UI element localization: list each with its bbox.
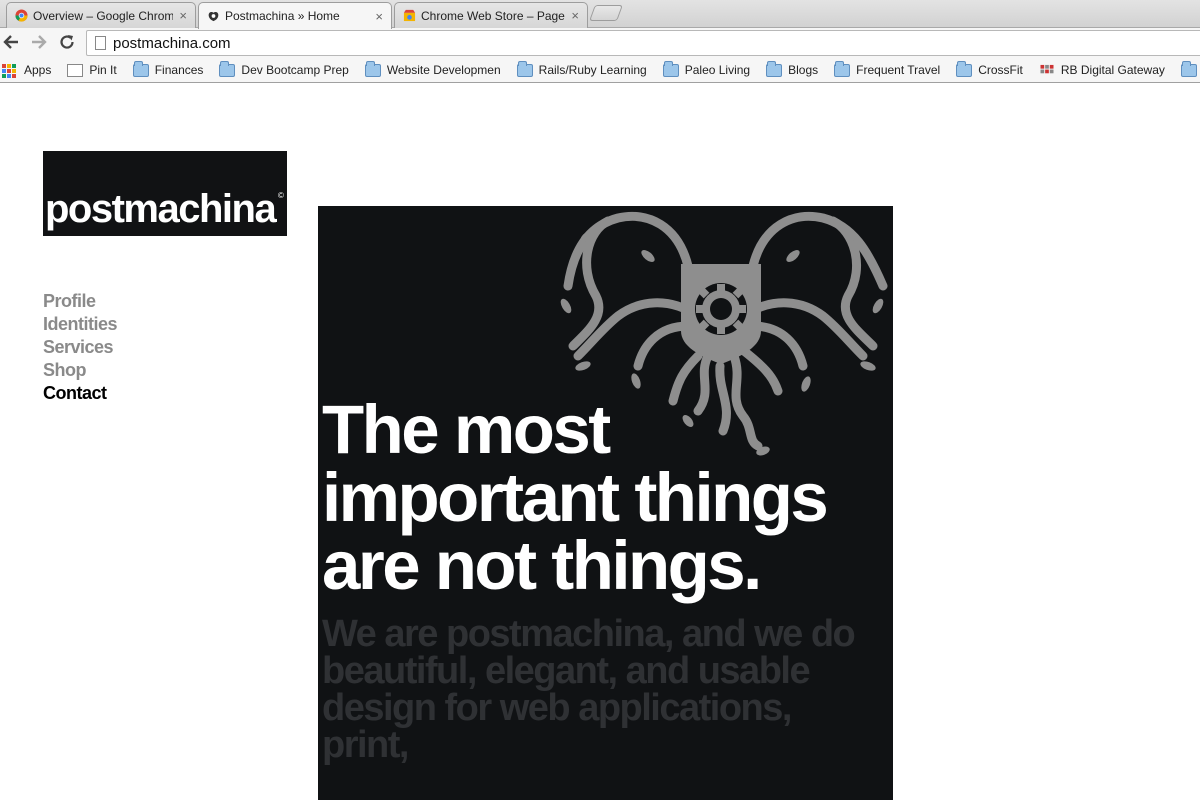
logo-text: postmachina	[45, 187, 277, 231]
bookmark-label: Paleo Living	[684, 63, 751, 77]
page-icon	[95, 36, 106, 50]
browser-toolbar: postmachina.com	[0, 28, 1200, 58]
bookmark-label: CrossFit	[978, 63, 1023, 77]
favicon-icon	[1040, 64, 1054, 73]
new-tab-button[interactable]	[589, 5, 623, 21]
nav-identities[interactable]: Identities	[43, 313, 118, 336]
tab-strip: Overview – Google Chrome × Postmachina »…	[0, 0, 1200, 29]
bookmark-rails-ruby-learning[interactable]: Rails/Ruby Learning	[516, 60, 647, 77]
forward-arrow-icon	[32, 35, 47, 49]
web-store-icon	[403, 9, 416, 22]
bookmark-label: Dev Bootcamp Prep	[241, 63, 349, 77]
bookmark-frequent-travel[interactable]: Frequent Travel	[834, 60, 941, 77]
folder-icon	[219, 60, 236, 77]
nav-shop[interactable]: Shop	[43, 359, 117, 382]
tab-postmachina[interactable]: Postmachina » Home ×	[198, 2, 392, 29]
bookmark-blogs[interactable]: Blogs	[766, 60, 819, 77]
back-button[interactable]	[1, 33, 21, 53]
tab-title: Chrome Web Store – PageS	[421, 8, 566, 23]
logo-registered-mark: ©	[278, 191, 284, 200]
site-logo[interactable]: postmachina ©	[43, 151, 287, 236]
bookmark-more[interactable]	[1180, 60, 1200, 77]
folder-icon	[834, 60, 851, 77]
nav-services[interactable]: Services	[43, 336, 117, 359]
bookmark-label: Pin It	[89, 63, 117, 77]
bookmark-crossfit[interactable]: CrossFit	[956, 60, 1023, 77]
nav-profile[interactable]: Profile	[43, 290, 117, 313]
reload-icon	[60, 35, 74, 49]
address-bar[interactable]: postmachina.com	[86, 30, 1200, 56]
nav-contact[interactable]: Contact	[43, 382, 117, 405]
tab-overview[interactable]: Overview – Google Chrome ×	[6, 2, 196, 28]
forward-button[interactable]	[29, 33, 49, 53]
hero-subline: We are postmachina, and we do beautiful,…	[322, 613, 856, 766]
close-tab-icon[interactable]: ×	[375, 9, 383, 24]
apps-grid-icon	[2, 63, 18, 78]
bookmark-label: Blogs	[788, 63, 819, 77]
bookmark-label: Apps	[24, 63, 52, 77]
folder-icon	[766, 60, 783, 77]
bookmark-label: Frequent Travel	[856, 63, 941, 77]
tab-title: Postmachina » Home	[225, 9, 340, 23]
bookmark-apps[interactable]: Apps	[2, 63, 52, 78]
bookmark-label: Finances	[154, 63, 204, 77]
bookmark-pin-it[interactable]: Pin It	[67, 63, 117, 77]
postmachina-favicon-icon	[208, 11, 219, 21]
tab-chrome-web-store[interactable]: Chrome Web Store – PageS ×	[394, 2, 588, 28]
hero-panel: The most important things are not things…	[318, 206, 893, 800]
bookmarks-bar: Apps Pin It Finances Dev Bootcamp Prep W…	[0, 58, 1200, 83]
bookmark-paleo-living[interactable]: Paleo Living	[662, 60, 751, 77]
folder-icon	[516, 60, 533, 77]
folder-icon	[1180, 60, 1197, 77]
bookmark-finances[interactable]: Finances	[132, 60, 204, 77]
chrome-icon	[15, 9, 28, 22]
folder-icon	[364, 60, 381, 77]
bookmark-label: Rails/Ruby Learning	[538, 63, 647, 77]
bookmark-label: Website Developmen	[386, 63, 501, 77]
close-tab-icon[interactable]: ×	[179, 8, 187, 23]
back-arrow-icon	[3, 35, 18, 49]
folder-icon	[662, 60, 679, 77]
bookmark-dev-bootcamp-prep[interactable]: Dev Bootcamp Prep	[219, 60, 349, 77]
url-text[interactable]: postmachina.com	[113, 35, 231, 52]
bookmark-label: RB Digital Gateway	[1060, 63, 1165, 77]
reload-button[interactable]	[57, 33, 77, 53]
bookmark-website-development[interactable]: Website Developmen	[364, 60, 501, 77]
page-icon	[67, 63, 84, 77]
bookmark-rb-digital-gateway[interactable]: RB Digital Gateway	[1039, 63, 1165, 77]
folder-icon	[132, 60, 149, 77]
hero-headline: The most important things are not things…	[322, 391, 829, 604]
folder-icon	[956, 60, 973, 77]
site-nav: Profile Identities Services Shop Contact	[43, 290, 118, 405]
close-tab-icon[interactable]: ×	[571, 8, 579, 23]
tab-title: Overview – Google Chrome	[33, 8, 174, 23]
